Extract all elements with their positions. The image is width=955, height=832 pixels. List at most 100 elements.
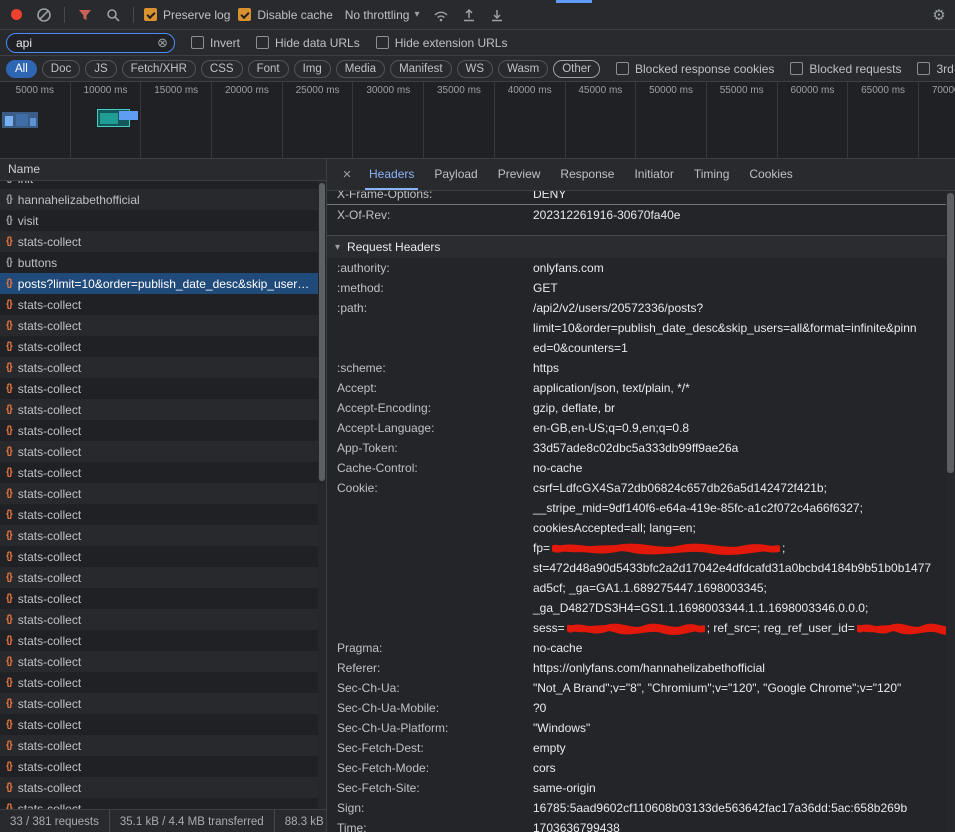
request-row[interactable]: {}stats-collect [0, 420, 318, 441]
network-activity-bar [30, 118, 36, 126]
tab-timing[interactable]: Timing [684, 159, 740, 190]
filter-chip-css[interactable]: CSS [201, 60, 243, 78]
header-value-text: limit=10&order=publish_date_desc&skip_us… [533, 318, 917, 338]
record-button[interactable] [6, 5, 26, 25]
filter-chip-media[interactable]: Media [336, 60, 385, 78]
header-value: onlyfans.com [533, 258, 946, 278]
request-name: stats-collect [18, 487, 81, 501]
blocked-response-cookies-checkbox[interactable]: Blocked response cookies [616, 62, 774, 76]
filter-chip-wasm[interactable]: Wasm [498, 60, 548, 78]
request-row[interactable]: {}stats-collect [0, 231, 318, 252]
request-row[interactable]: {}stats-collect [0, 357, 318, 378]
clear-filter-icon[interactable]: ⊗ [157, 36, 168, 49]
request-row[interactable]: {}buttons [0, 252, 318, 273]
filter-chip-other[interactable]: Other [553, 60, 600, 78]
scrollbar-thumb[interactable] [319, 183, 325, 481]
tab-preview[interactable]: Preview [488, 159, 551, 190]
request-row[interactable]: {}stats-collect [0, 630, 318, 651]
header-value-line: cors [533, 758, 946, 778]
header-value-line: fp=; [533, 538, 946, 558]
import-har-button[interactable] [459, 5, 479, 25]
filter-chip-manifest[interactable]: Manifest [390, 60, 451, 78]
hide-extension-urls-checkbox[interactable]: Hide extension URLs [376, 36, 508, 50]
request-row[interactable]: {}stats-collect [0, 399, 318, 420]
details-scrollbar[interactable] [946, 191, 955, 832]
filter-chip-font[interactable]: Font [248, 60, 289, 78]
request-row[interactable]: {}posts?limit=10&order=publish_date_desc… [0, 273, 318, 294]
request-row[interactable]: {}visit [0, 210, 318, 231]
request-row[interactable]: {}stats-collect [0, 504, 318, 525]
invert-checkbox[interactable]: Invert [191, 36, 240, 50]
request-row[interactable]: {}stats-collect [0, 735, 318, 756]
header-value-text: ed=0&counters=1 [533, 338, 628, 358]
request-row[interactable]: {}stats-collect [0, 651, 318, 672]
tab-cookies[interactable]: Cookies [739, 159, 802, 190]
close-details-button[interactable]: × [335, 166, 359, 183]
header-value-line: no-cache [533, 458, 946, 478]
request-row[interactable]: {}stats-collect [0, 462, 318, 483]
file-type-icon: {} [6, 509, 12, 520]
filter-chip-img[interactable]: Img [294, 60, 331, 78]
header-value: csrf=LdfcGX4Sa72db06824c657db26a5d142472… [533, 478, 946, 638]
request-row[interactable]: {}init [0, 181, 318, 189]
request-row[interactable]: {}stats-collect [0, 483, 318, 504]
request-name: stats-collect [18, 529, 81, 543]
network-filter-input[interactable]: api ⊗ [6, 33, 175, 53]
request-row[interactable]: {}stats-collect [0, 588, 318, 609]
hide-data-urls-checkbox[interactable]: Hide data URLs [256, 36, 360, 50]
requests-scrollbar[interactable] [318, 181, 326, 809]
header-value-text: 1703636799438 [533, 818, 620, 832]
request-row[interactable]: {}stats-collect [0, 294, 318, 315]
request-row[interactable]: {}stats-collect [0, 777, 318, 798]
filter-chip-doc[interactable]: Doc [42, 60, 80, 78]
timeline-overview[interactable]: 5000 ms10000 ms15000 ms20000 ms25000 ms3… [0, 82, 955, 159]
request-row[interactable]: {}stats-collect [0, 378, 318, 399]
blocked-requests-checkbox[interactable]: Blocked requests [790, 62, 901, 76]
request-row[interactable]: {}hannahelizabethofficial [0, 189, 318, 210]
file-type-icon: {} [6, 362, 12, 373]
tab-initiator[interactable]: Initiator [624, 159, 683, 190]
request-row[interactable]: {}stats-collect [0, 525, 318, 546]
tab-response[interactable]: Response [550, 159, 624, 190]
file-type-icon: {} [6, 782, 12, 793]
filter-chip-fetch-xhr[interactable]: Fetch/XHR [122, 60, 196, 78]
third-party-requests-checkbox[interactable]: 3rd-party requests [917, 62, 955, 76]
filter-toggle-button[interactable] [75, 5, 95, 25]
details-tabbar: × HeadersPayloadPreviewResponseInitiator… [327, 159, 955, 191]
search-button[interactable] [103, 5, 123, 25]
request-row[interactable]: {}stats-collect [0, 672, 318, 693]
request-headers-section[interactable]: ▾ Request Headers [327, 235, 946, 258]
request-row[interactable]: {}stats-collect [0, 546, 318, 567]
tab-headers[interactable]: Headers [359, 159, 424, 190]
request-row[interactable]: {}stats-collect [0, 315, 318, 336]
request-row[interactable]: {}stats-collect [0, 714, 318, 735]
timeline-tick: 45000 ms [566, 82, 637, 158]
header-value-text: DENY [533, 191, 566, 204]
filter-chip-js[interactable]: JS [85, 60, 116, 78]
network-conditions-button[interactable] [431, 5, 451, 25]
name-column-header[interactable]: Name [0, 159, 326, 181]
request-row[interactable]: {}stats-collect [0, 756, 318, 777]
disable-cache-checkbox[interactable]: Disable cache [238, 8, 332, 22]
request-row[interactable]: {}stats-collect [0, 798, 318, 809]
tab-payload[interactable]: Payload [424, 159, 487, 190]
settings-button[interactable]: ⚙ [929, 5, 949, 25]
request-row[interactable]: {}stats-collect [0, 609, 318, 630]
filter-chip-all[interactable]: All [6, 60, 37, 78]
response-headers-tail: X-Frame-Options:DENYX-Of-Rev:20231226191… [327, 191, 946, 225]
filter-bar: api ⊗ Invert Hide data URLs Hide extensi… [0, 30, 955, 56]
request-name: stats-collect [18, 466, 81, 480]
request-row[interactable]: {}stats-collect [0, 336, 318, 357]
preserve-log-checkbox[interactable]: Preserve log [144, 8, 230, 22]
export-har-button[interactable] [487, 5, 507, 25]
clear-button[interactable] [34, 5, 54, 25]
request-row[interactable]: {}stats-collect [0, 441, 318, 462]
filter-chip-ws[interactable]: WS [457, 60, 494, 78]
scrollbar-thumb[interactable] [947, 193, 954, 473]
header-name: Time: [337, 818, 533, 832]
request-row[interactable]: {}stats-collect [0, 693, 318, 714]
header-row: Time:1703636799438 [327, 818, 946, 832]
request-row[interactable]: {}stats-collect [0, 567, 318, 588]
file-type-icon: {} [6, 677, 12, 688]
throttling-select[interactable]: No throttling ▾ [341, 8, 424, 22]
